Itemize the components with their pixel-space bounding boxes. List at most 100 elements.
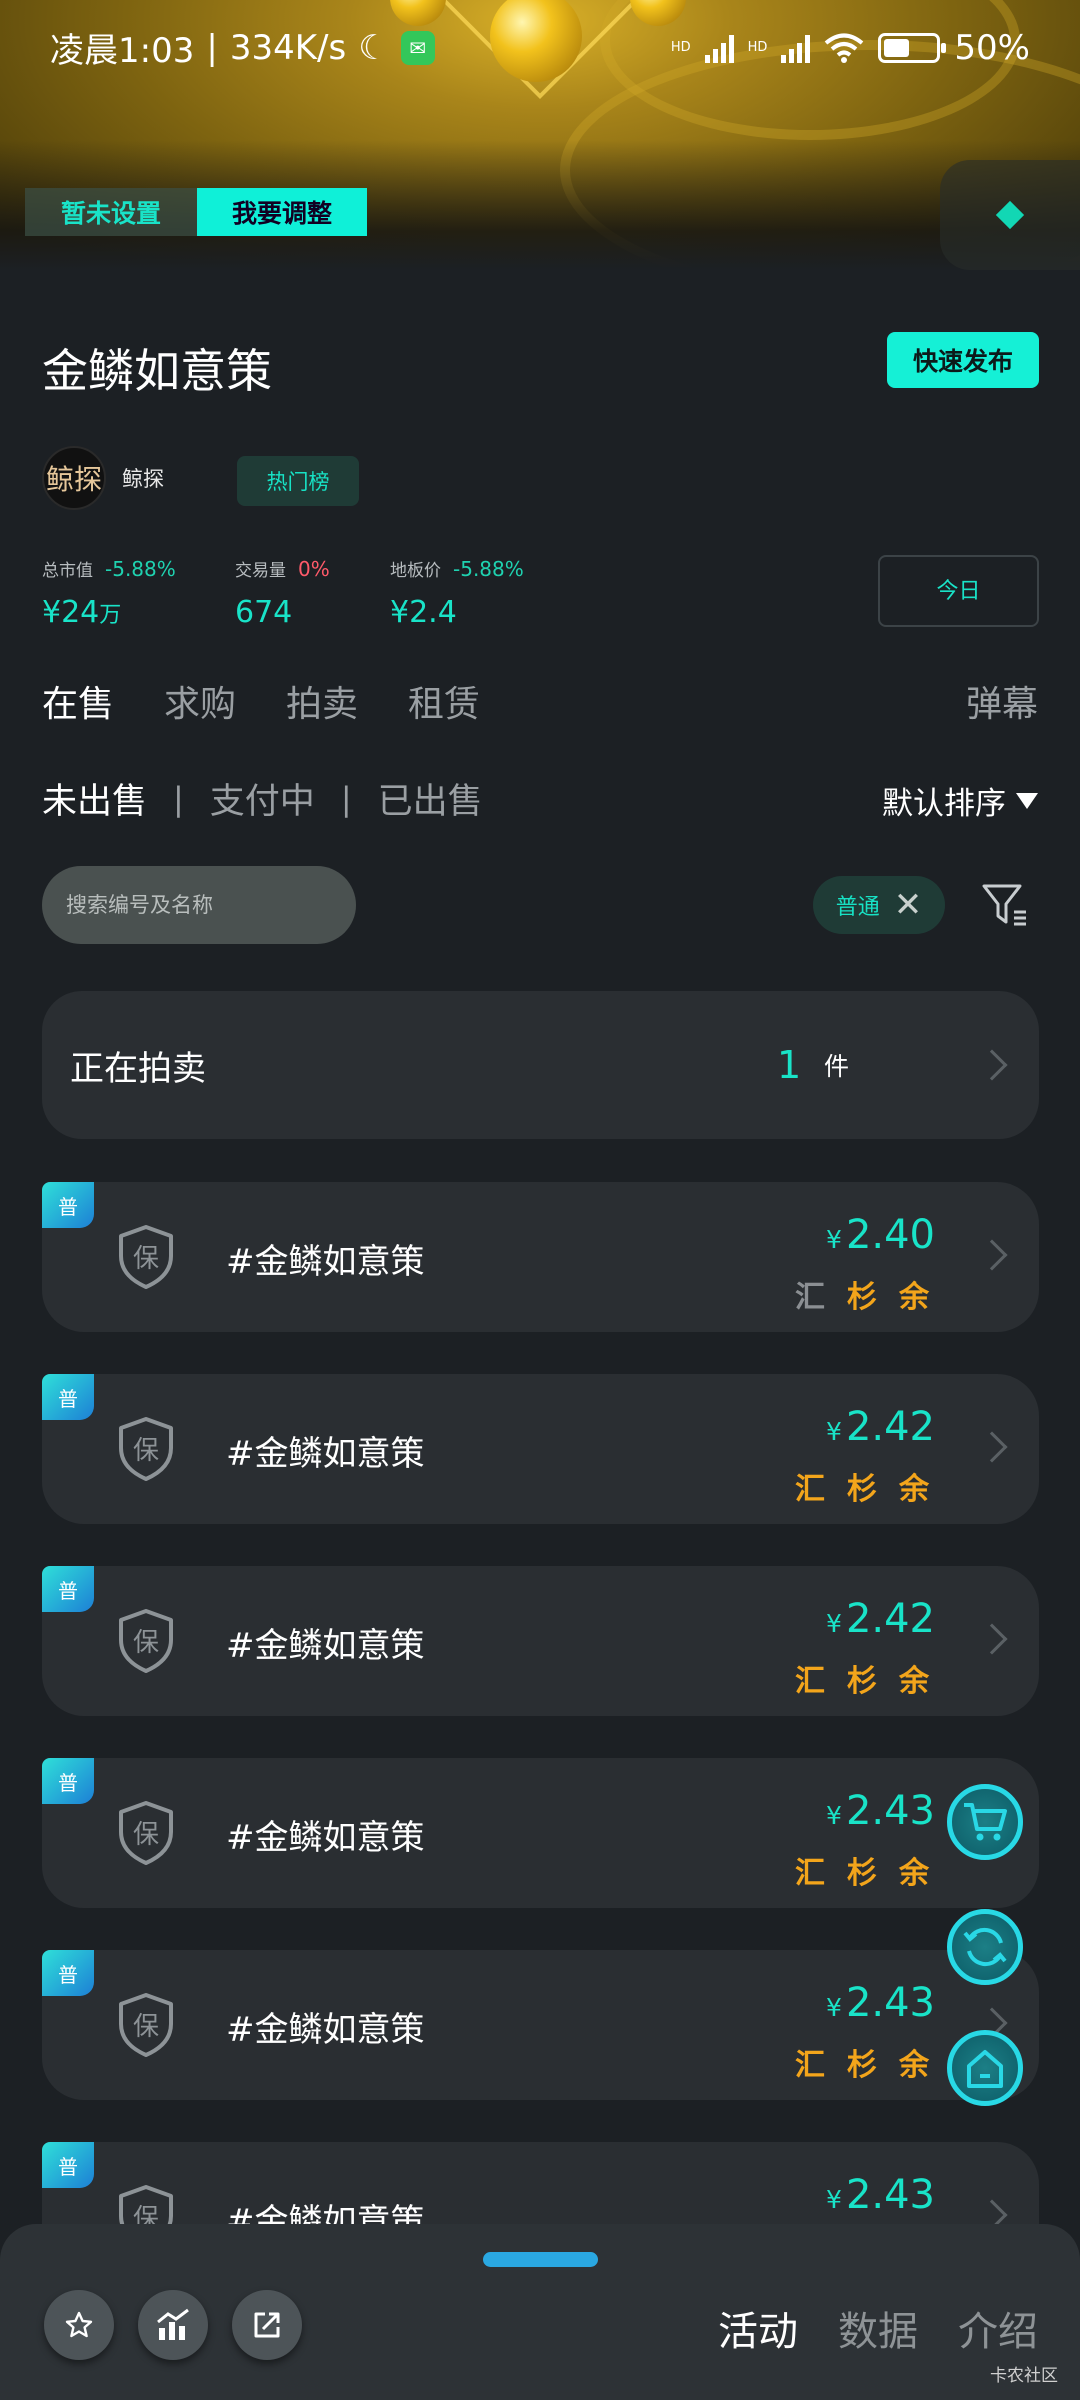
close-icon[interactable]: ✕ — [894, 888, 923, 922]
list-item[interactable]: 普保 #金鳞如意策 ¥2.43 汇杉余 — [42, 1950, 1039, 2100]
wifi-icon — [825, 33, 864, 63]
chevron-right-icon — [976, 1623, 1008, 1655]
stat-value: ¥2.4 — [390, 595, 457, 630]
item-price: ¥2.42 — [826, 1404, 935, 1450]
tier-badge: 普 — [42, 1758, 94, 1804]
brand-row[interactable]: 鲸探 鲸探 — [42, 446, 164, 510]
auction-row[interactable]: 正在拍卖 1 件 — [42, 991, 1039, 1139]
signal-icon — [781, 33, 811, 63]
stat-value: ¥24万 — [42, 595, 176, 630]
rarity-char: 余 — [899, 1856, 929, 1891]
status-bar: 凌晨1:03 | 334K/s ☾ ✉ HD HD 50% — [0, 0, 1080, 95]
item-price: ¥2.40 — [826, 1212, 935, 1258]
tier-badge: 普 — [42, 1950, 94, 1996]
side-pull-tab[interactable] — [940, 160, 1080, 270]
stat-change: -5.88% — [453, 557, 524, 581]
shield-text: 保 — [133, 2012, 159, 2042]
tab-intro[interactable]: 介绍 — [958, 2299, 1038, 2357]
stat-volume: 交易量 0% 674 — [235, 556, 330, 630]
page-title: 金鳞如意策 — [42, 344, 272, 398]
sub-tabs: 未出售 | 支付中 | 已出售 — [42, 773, 483, 824]
rarity-char: 汇 — [795, 1280, 825, 1315]
filter-icon[interactable] — [980, 880, 1030, 930]
avatar[interactable]: 鲸探 — [42, 446, 106, 510]
price-value: 2.43 — [845, 1980, 935, 2026]
main-tabs: 在售 求购 拍卖 租赁 — [42, 675, 480, 727]
brand-name[interactable]: 鲸探 — [122, 463, 164, 493]
list-item[interactable]: 普保 #金鳞如意策 ¥2.42 汇杉余 — [42, 1566, 1039, 1716]
stat-currency: ¥ — [42, 595, 62, 630]
toggle-adjust[interactable]: 我要调整 — [197, 188, 367, 236]
rarity-char: 汇 — [795, 2048, 825, 2083]
subtab-unsold[interactable]: 未出售 — [42, 773, 147, 824]
rarity-chars: 汇杉余 — [795, 1464, 929, 1508]
signal-icon — [704, 33, 734, 63]
subtab-sold[interactable]: 已出售 — [378, 773, 483, 824]
currency-symbol: ¥ — [826, 1225, 842, 1254]
hot-rank-badge[interactable]: 热门榜 — [237, 456, 359, 506]
favorite-button[interactable] — [44, 2290, 114, 2360]
tab-on-sale[interactable]: 在售 — [42, 675, 114, 727]
bottom-sheet: 活动 数据 介绍 — [0, 2224, 1080, 2400]
quick-publish-button[interactable]: 快速发布 — [887, 332, 1039, 388]
subtab-paying[interactable]: 支付中 — [210, 773, 315, 824]
chevron-right-icon — [976, 1239, 1008, 1271]
star-icon — [65, 2311, 93, 2338]
list-item[interactable]: 普保 #金鳞如意策 ¥2.42 汇杉余 — [42, 1374, 1039, 1524]
subtab-divider: | — [173, 779, 184, 818]
rarity-char: 余 — [899, 1280, 929, 1315]
tab-activity[interactable]: 活动 — [718, 2299, 798, 2357]
tab-data[interactable]: 数据 — [838, 2299, 918, 2357]
watermark: 卡农社区 — [990, 2366, 1058, 2386]
rarity-char: 余 — [899, 2048, 929, 2083]
cart-button[interactable] — [947, 1784, 1023, 1860]
stat-label: 地板价 — [390, 561, 441, 581]
wechat-icon: ✉ — [400, 30, 435, 65]
period-select-button[interactable]: 今日 — [878, 555, 1039, 627]
search-input[interactable] — [42, 866, 356, 944]
shield-text: 保 — [133, 1628, 159, 1658]
stat-change: -5.88% — [105, 557, 176, 581]
filter-chip-normal[interactable]: 普通 ✕ — [813, 876, 945, 934]
shield-text: 保 — [133, 1244, 159, 1274]
price-value: 2.42 — [845, 1596, 935, 1642]
rarity-char: 杉 — [847, 1664, 877, 1699]
item-price: ¥2.43 — [826, 1980, 935, 2026]
rarity-char: 汇 — [795, 1856, 825, 1891]
shield-icon: 保 — [119, 1225, 173, 1289]
item-price: ¥2.42 — [826, 1596, 935, 1642]
list-item[interactable]: 普保 #金鳞如意策 ¥2.40 汇杉余 — [42, 1182, 1039, 1332]
trend-button[interactable] — [138, 2290, 208, 2360]
home-button[interactable] — [947, 2030, 1023, 2106]
sort-label: 默认排序 — [882, 786, 1006, 822]
caret-down-icon — [1016, 792, 1038, 809]
subtab-divider: | — [340, 779, 352, 818]
currency-symbol: ¥ — [826, 1993, 842, 2022]
rarity-char: 杉 — [847, 2048, 877, 2083]
diamond-icon — [995, 200, 1025, 230]
tab-auction[interactable]: 拍卖 — [286, 675, 358, 727]
bottom-tabs: 活动 数据 介绍 — [718, 2299, 1038, 2357]
price-value: 2.42 — [845, 1404, 935, 1450]
shield-icon: 保 — [119, 1417, 173, 1481]
tab-rental[interactable]: 租赁 — [408, 675, 480, 727]
tier-badge: 普 — [42, 1374, 94, 1420]
drag-handle[interactable] — [483, 2252, 598, 2267]
item-name: #金鳞如意策 — [226, 1626, 425, 1666]
tab-wanted[interactable]: 求购 — [164, 675, 236, 727]
stat-change: 0% — [298, 557, 330, 581]
share-button[interactable] — [232, 2290, 302, 2360]
currency-symbol: ¥ — [826, 2185, 842, 2214]
status-right: HD HD 50% — [671, 28, 1030, 68]
moon-icon: ☾ — [358, 27, 389, 68]
rarity-char: 杉 — [847, 1856, 877, 1891]
toggle-not-set[interactable]: 暂未设置 — [25, 188, 197, 236]
list-item[interactable]: 普保 #金鳞如意策 ¥2.43 汇杉余 — [42, 1758, 1039, 1908]
sort-dropdown[interactable]: 默认排序 — [882, 778, 1038, 823]
setting-toggle: 暂未设置 我要调整 — [25, 188, 367, 236]
item-price: ¥2.43 — [826, 2172, 935, 2218]
refresh-button[interactable] — [947, 1909, 1023, 1985]
danmu-toggle[interactable]: 弹幕 — [966, 675, 1038, 727]
chevron-right-icon — [976, 1049, 1008, 1081]
rarity-chars: 汇杉余 — [795, 1656, 929, 1700]
